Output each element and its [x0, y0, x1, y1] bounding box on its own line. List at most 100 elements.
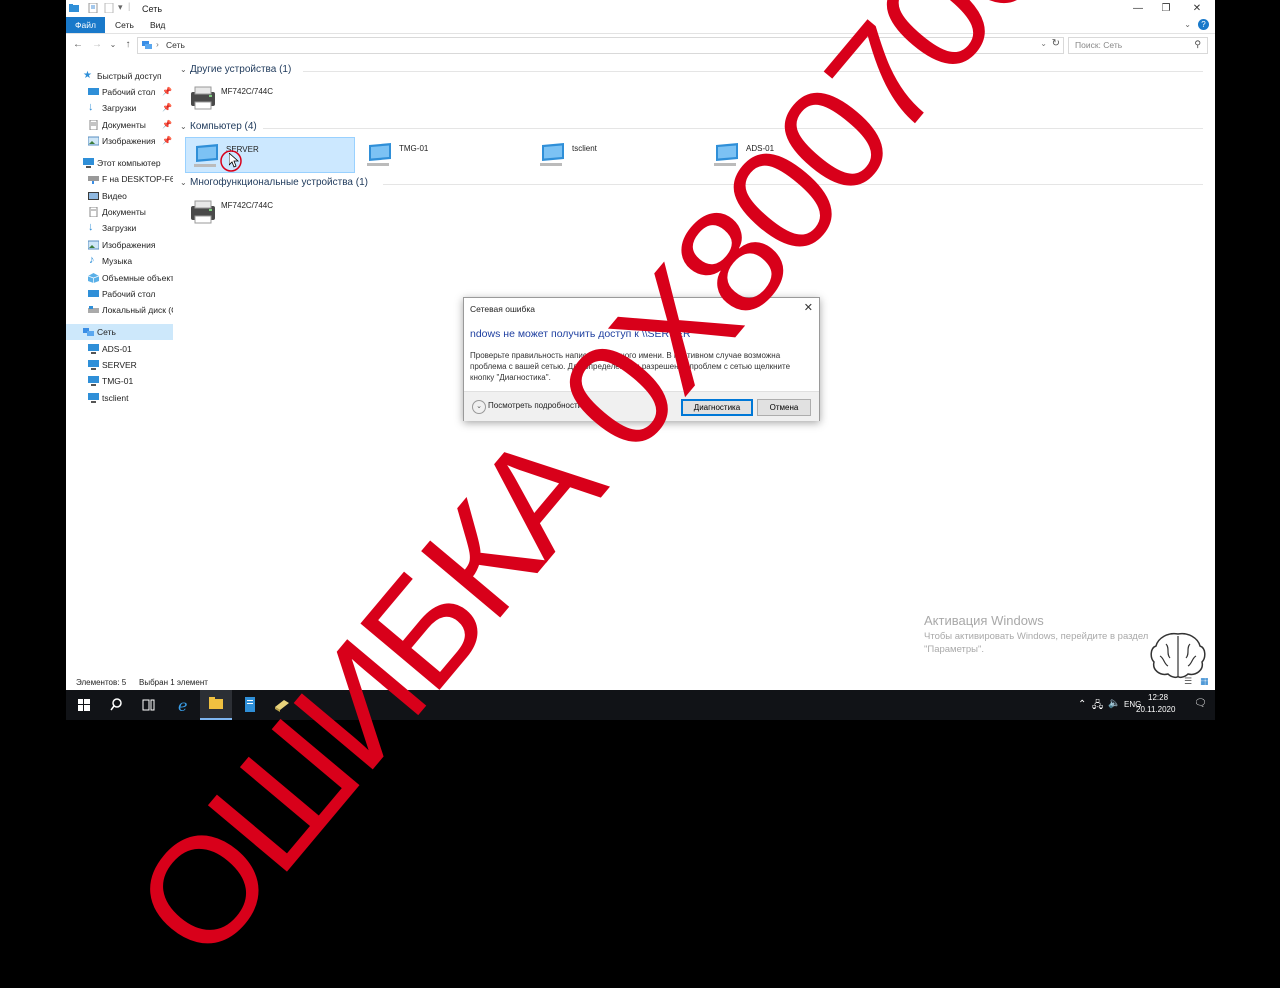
- cube-icon: [88, 273, 99, 283]
- download-icon: ↓: [88, 101, 94, 113]
- sidebar-item-downloads[interactable]: ↓ Загрузки 📌: [66, 100, 173, 116]
- address-bar[interactable]: › Сеть ⌄ ↻: [137, 37, 1064, 54]
- group-divider: [263, 128, 1203, 129]
- search-input[interactable]: Поиск: Сеть ⚲: [1068, 37, 1208, 54]
- sidebar-item-server[interactable]: SERVER: [66, 357, 173, 373]
- recent-dropdown-icon[interactable]: ⌄: [107, 38, 119, 52]
- folder-icon: [209, 697, 223, 709]
- sidebar-item-network[interactable]: Сеть: [66, 324, 173, 340]
- breadcrumb[interactable]: Сеть: [166, 40, 185, 50]
- group-divider: [383, 184, 1203, 185]
- new-folder-icon[interactable]: [104, 3, 114, 13]
- eraser-app-icon[interactable]: [266, 690, 298, 720]
- tab-view[interactable]: Вид: [141, 17, 174, 33]
- sidebar-item-documents[interactable]: Документы 📌: [66, 117, 173, 133]
- tile-printer-other[interactable]: MF742C/744C: [181, 80, 351, 116]
- tile-computer-tsclient[interactable]: tsclient: [532, 137, 702, 173]
- sidebar-item-desktop[interactable]: Рабочий стол 📌: [66, 84, 173, 100]
- sidebar-item-pictures[interactable]: Изображения 📌: [66, 133, 173, 149]
- chevron-up-icon[interactable]: ⌃: [1078, 699, 1086, 710]
- pin-icon: 📌: [162, 87, 172, 96]
- forward-arrow-icon[interactable]: →: [91, 38, 103, 52]
- sidebar-item-tsclient[interactable]: tsclient: [66, 390, 173, 406]
- dialog-message: Проверьте правильность написания данного…: [470, 351, 791, 382]
- refresh-icon[interactable]: ↻: [1052, 38, 1060, 49]
- internet-explorer-icon[interactable]: e: [168, 690, 200, 720]
- tile-printer-mfp[interactable]: MF742C/744C: [181, 194, 351, 230]
- clock-date[interactable]: 20.11.2020: [1136, 705, 1175, 714]
- mouse-cursor-icon: [229, 153, 239, 168]
- sidebar-item-3d-objects[interactable]: Объемные объекты: [66, 270, 173, 286]
- cancel-button[interactable]: Отмена: [757, 399, 811, 416]
- diagnostics-button[interactable]: Диагностика: [681, 399, 753, 416]
- maximize-button[interactable]: ❐: [1151, 0, 1181, 17]
- sidebar-item-tmg-01[interactable]: TMG-01: [66, 373, 173, 389]
- sidebar-item-network-drive[interactable]: F на DESKTOP-F63T: [66, 171, 173, 187]
- window-title: Сеть: [142, 4, 163, 14]
- tile-computer-ads-01[interactable]: ADS-01: [706, 137, 876, 173]
- pin-icon: 📌: [162, 103, 172, 112]
- status-item-count: Элементов: 5: [76, 678, 127, 687]
- chevron-down-icon: ⌄: [180, 178, 187, 187]
- svg-text:e: e: [178, 696, 187, 715]
- network-icon: [142, 41, 152, 49]
- up-arrow-icon[interactable]: ↑: [122, 38, 134, 52]
- search-placeholder: Поиск: Сеть: [1075, 40, 1123, 50]
- search-icon[interactable]: [100, 690, 132, 720]
- pictures-icon: [88, 136, 99, 146]
- task-view-icon[interactable]: [132, 690, 164, 720]
- sidebar-item-this-pc[interactable]: Этот компьютер: [66, 155, 173, 171]
- windows-start-icon[interactable]: [68, 690, 100, 720]
- brain-logo-icon: [1150, 632, 1206, 679]
- server-manager-icon[interactable]: [234, 690, 266, 720]
- show-details-link[interactable]: Посмотреть подробности: [488, 401, 582, 410]
- address-row: ← → ⌄ ↑ › Сеть ⌄ ↻ Поиск: Сеть ⚲: [66, 34, 1215, 56]
- help-icon[interactable]: ?: [1198, 19, 1209, 30]
- sidebar-item-pc-documents[interactable]: Документы: [66, 204, 173, 220]
- tile-computer-server[interactable]: SERVER: [185, 137, 355, 173]
- sidebar-item-pc-pictures[interactable]: Изображения: [66, 237, 173, 253]
- sidebar-item-quick-access[interactable]: ★ Быстрый доступ: [66, 68, 173, 84]
- clock-time[interactable]: 12:28: [1148, 693, 1168, 702]
- computer-icon: [88, 393, 99, 403]
- group-header-mfp[interactable]: ⌄ Многофункциональные устройства (1): [180, 177, 368, 188]
- properties-icon[interactable]: [88, 3, 98, 13]
- ribbon-expand-icon[interactable]: ⌄: [1184, 20, 1191, 29]
- chevron-down-icon: ⌄: [180, 65, 187, 74]
- network-status-icon[interactable]: 🖧: [1092, 698, 1103, 715]
- sidebar-item-music[interactable]: ♪ Музыка: [66, 253, 173, 269]
- disk-drive-icon: [88, 306, 99, 313]
- divider: |: [128, 1, 131, 11]
- taskbar: e ⌃ 🖧 🔈 ENG 12:28 20.11.2020 🗨: [66, 690, 1215, 720]
- sidebar-item-videos[interactable]: Видео: [66, 188, 173, 204]
- close-button[interactable]: ✕: [1182, 0, 1212, 17]
- dialog-close-button[interactable]: ✕: [804, 301, 813, 314]
- dialog-heading: ndows не может получить доступ к \\SERVE…: [470, 328, 691, 340]
- file-explorer-taskbar-button[interactable]: [200, 690, 232, 720]
- qa-dropdown-icon[interactable]: ▾: [118, 2, 123, 13]
- sidebar-item-ads-01[interactable]: ADS-01: [66, 341, 173, 357]
- download-icon: ↓: [88, 221, 94, 233]
- tab-file[interactable]: Файл: [66, 17, 105, 33]
- video-icon: [88, 192, 99, 200]
- group-header-computers[interactable]: ⌄ Компьютер (4): [180, 121, 257, 132]
- address-dropdown-icon[interactable]: ⌄: [1040, 39, 1047, 48]
- computer-icon: [714, 143, 738, 166]
- minimize-button[interactable]: —: [1123, 0, 1153, 17]
- document-icon: [89, 120, 98, 130]
- explorer-screen: ▾ | Сеть — ❐ ✕ Файл Сеть Вид ⌄ ? ← → ⌄ ↑…: [66, 0, 1215, 720]
- expand-details-icon[interactable]: ⌄: [472, 400, 486, 414]
- back-arrow-icon[interactable]: ←: [72, 38, 84, 52]
- group-header-other-devices[interactable]: ⌄ Другие устройства (1): [180, 64, 291, 75]
- group-divider: [303, 71, 1203, 72]
- sidebar-item-local-disk[interactable]: Локальный диск (C: [66, 302, 173, 318]
- computer-icon: [88, 376, 99, 386]
- sidebar-item-pc-downloads[interactable]: ↓ Загрузки: [66, 220, 173, 236]
- speaker-icon[interactable]: 🔈: [1108, 698, 1120, 709]
- tab-network[interactable]: Сеть: [106, 17, 143, 33]
- notification-icon[interactable]: 🗨: [1194, 698, 1207, 709]
- tile-computer-tmg-01[interactable]: TMG-01: [359, 137, 529, 173]
- status-bar: Элементов: 5 Выбран 1 элемент ☰ ▦: [66, 674, 1215, 690]
- search-icon: ⚲: [1194, 39, 1201, 49]
- sidebar-item-pc-desktop[interactable]: Рабочий стол: [66, 286, 173, 302]
